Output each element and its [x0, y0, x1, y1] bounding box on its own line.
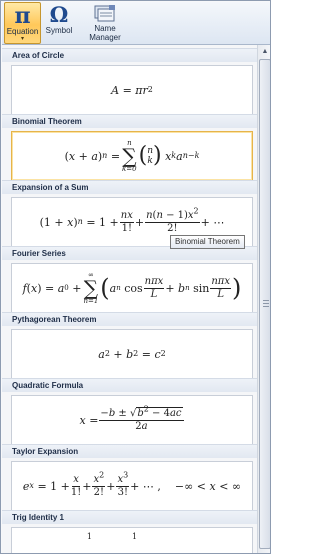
section-header: Pythagorean Theorem [2, 312, 257, 326]
equation-button-label: Equation [6, 27, 39, 36]
equation-item-binomial-theorem[interactable]: (x + a) n = n ∑ k=0 (n k) x k a n−k [11, 131, 253, 181]
symbol-button-label: Symbol [45, 26, 73, 35]
equation-item-area-of-circle[interactable]: A = πr 2 [11, 65, 253, 115]
equation-item-quadratic-formula[interactable]: x = −b ± √b2 − 4ac 2a [11, 395, 253, 445]
name-manager-label-line1: Name [94, 24, 116, 33]
section-header: Expansion of a Sum [2, 180, 257, 194]
section-header: Binomial Theorem [2, 114, 257, 128]
name-manager-icon [94, 5, 115, 22]
section-header: Area of Circle [2, 48, 257, 62]
tooltip: Binomial Theorem [170, 235, 245, 249]
omega-icon: Ω [49, 2, 69, 27]
equation-item-fourier-series[interactable]: f(x) = a0 + ∞ ∑ n=1 (a n cos nπx L + bn sin … [11, 263, 253, 313]
ribbon-toolbar: π Equation ▾ Ω Symbol Name Manager [2, 2, 270, 45]
equation-item-trig-identity-1[interactable]: 11 [11, 527, 253, 553]
equation-gallery: Area of Circle A = πr 2 Binomial Theorem … [2, 45, 257, 553]
section-header: Trig Identity 1 [2, 510, 257, 524]
symbol-button[interactable]: Ω Symbol [43, 2, 75, 44]
grip-line [263, 300, 269, 301]
name-manager-label-line2: Manager [89, 33, 121, 42]
section-header: Quadratic Formula [2, 378, 257, 392]
grip-line [263, 306, 269, 307]
section-header: Taylor Expansion [2, 444, 257, 458]
scroll-thumb[interactable] [259, 59, 270, 549]
equation-gallery-window: π Equation ▾ Ω Symbol Name Manager Area … [0, 0, 271, 554]
grip-line [263, 303, 269, 304]
equation-button[interactable]: π Equation ▾ [4, 2, 41, 44]
name-manager-button[interactable]: Name Manager [82, 2, 128, 44]
equation-item-taylor-expansion[interactable]: ex = 1 + x 1! + x2 2! + x3 3! + ⋯ , −∞ < x < ∞ [11, 461, 253, 511]
equation-item-pythagorean-theorem[interactable]: a2 + b2 = c2 [11, 329, 253, 379]
scroll-up-arrow-icon[interactable]: ▲ [258, 45, 270, 58]
vertical-scrollbar[interactable]: ▲ [257, 45, 270, 553]
chevron-down-icon: ▾ [20, 36, 24, 42]
pi-icon: π [14, 3, 31, 29]
